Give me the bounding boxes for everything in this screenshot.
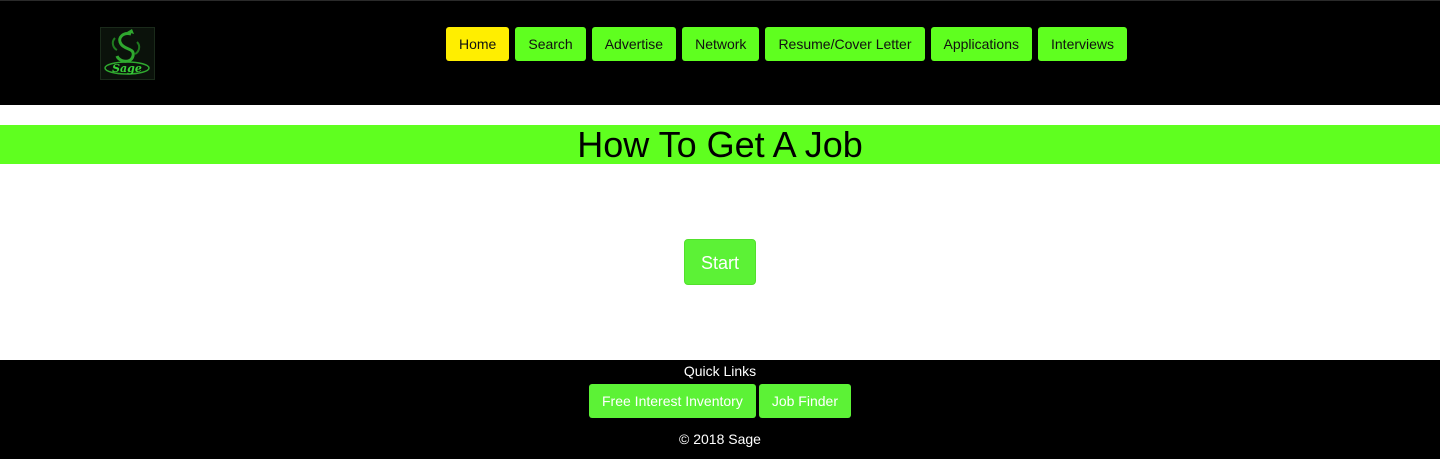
logo-text: Sage bbox=[112, 62, 142, 75]
site-footer: Quick Links Free Interest Inventory Job … bbox=[0, 360, 1440, 459]
nav-home-button[interactable]: Home bbox=[446, 27, 510, 61]
start-button[interactable]: Start bbox=[684, 239, 756, 285]
page-title: How To Get A Job bbox=[577, 124, 863, 165]
nav-advertise-button[interactable]: Advertise bbox=[591, 27, 677, 61]
main-nav: Home Search Advertise Network Resume/Cov… bbox=[446, 27, 1128, 61]
site-header: Sage Home Search Advertise Network Resum… bbox=[0, 0, 1440, 105]
nav-network-button[interactable]: Network bbox=[682, 27, 760, 61]
nav-applications-button[interactable]: Applications bbox=[930, 27, 1032, 61]
site-logo[interactable]: Sage bbox=[100, 27, 155, 80]
quick-links: Free Interest Inventory Job Finder bbox=[0, 384, 1440, 418]
title-banner: How To Get A Job bbox=[0, 124, 1440, 165]
sage-dragon-logo-icon: Sage bbox=[104, 29, 150, 75]
free-interest-inventory-link[interactable]: Free Interest Inventory bbox=[589, 384, 756, 418]
copyright-text: © 2018 Sage bbox=[679, 431, 761, 447]
nav-interviews-button[interactable]: Interviews bbox=[1038, 27, 1128, 61]
nav-resume-cover-letter-button[interactable]: Resume/Cover Letter bbox=[765, 27, 925, 61]
quick-links-heading: Quick Links bbox=[683, 363, 757, 379]
nav-search-button[interactable]: Search bbox=[515, 27, 586, 61]
job-finder-link[interactable]: Job Finder bbox=[758, 384, 851, 418]
